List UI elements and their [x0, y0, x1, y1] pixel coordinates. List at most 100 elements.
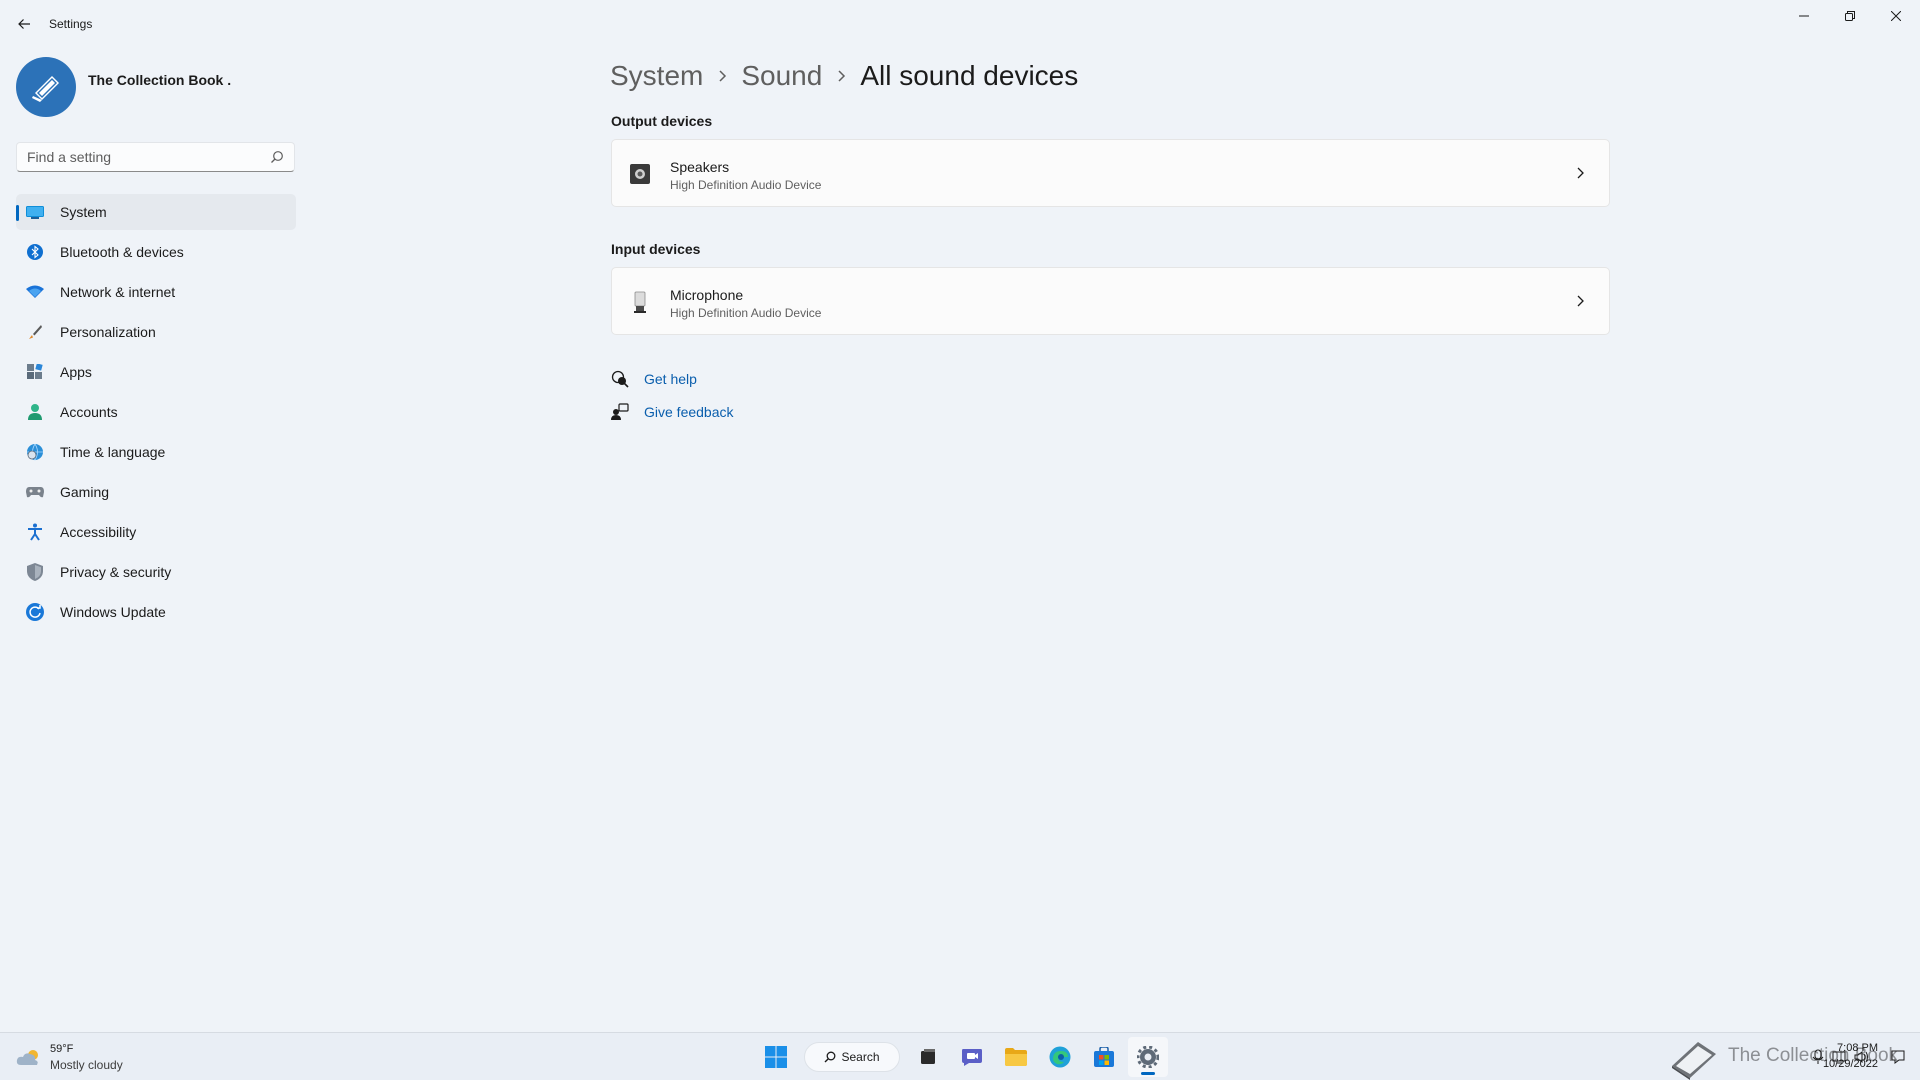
bluetooth-icon: [26, 243, 44, 261]
sidebar-item-accessibility[interactable]: Accessibility: [16, 514, 296, 550]
folder-icon: [1005, 1048, 1027, 1066]
chat-icon: [962, 1049, 982, 1066]
cloud-icon: [16, 1050, 38, 1065]
weather-condition: Mostly cloudy: [50, 1058, 123, 1072]
sidebar-item-label: Gaming: [60, 484, 110, 500]
minimize-button[interactable]: [1781, 4, 1827, 28]
taskbar-search[interactable]: Search: [804, 1042, 900, 1072]
chevron-right-icon: [1577, 295, 1584, 307]
accessibility-icon: [26, 523, 44, 541]
input-devices-heading: Input devices: [611, 241, 701, 257]
apps-icon: [26, 363, 44, 381]
book-logo-icon: [32, 76, 59, 102]
notification-icon[interactable]: [1890, 1049, 1906, 1065]
back-button[interactable]: [12, 12, 36, 36]
device-name: Microphone: [670, 287, 744, 303]
restore-button[interactable]: [1827, 4, 1873, 28]
page-title: All sound devices: [860, 60, 1079, 91]
microphone-icon: [629, 290, 651, 314]
app-title: Settings: [49, 17, 93, 31]
chevron-right-icon: [703, 69, 741, 83]
sidebar-item-label: Time & language: [60, 444, 166, 460]
get-help-link[interactable]: Get help: [611, 368, 697, 390]
weather-temperature: 59°F: [50, 1043, 74, 1055]
sidebar-item-label: Privacy & security: [60, 564, 172, 580]
settings-taskbar-button[interactable]: [1128, 1037, 1168, 1077]
search-icon: [824, 1051, 836, 1063]
sidebar-item-time-language[interactable]: Time & language: [16, 434, 296, 470]
sidebar-item-windows-update[interactable]: Windows Update: [16, 594, 296, 630]
update-icon: [26, 603, 44, 621]
gamepad-icon: [26, 483, 44, 501]
breadcrumb: System Sound All sound devices: [610, 56, 1078, 96]
sidebar-item-apps[interactable]: Apps: [16, 354, 296, 390]
taskbar: 59°F Mostly cloudy Search The Collection…: [0, 1032, 1920, 1080]
gear-icon: [1137, 1046, 1159, 1068]
wifi-icon: [26, 283, 44, 301]
restore-icon: [1845, 11, 1855, 21]
close-button[interactable]: [1873, 4, 1919, 28]
sidebar-item-gaming[interactable]: Gaming: [16, 474, 296, 510]
help-search-icon: [611, 370, 629, 388]
store-icon: [1094, 1047, 1114, 1067]
give-feedback-label[interactable]: Give feedback: [644, 404, 734, 420]
shield-icon: [26, 563, 44, 581]
minimize-icon: [1799, 15, 1809, 17]
monitor-icon: [26, 203, 44, 221]
task-view-icon: [921, 1049, 935, 1064]
search-icon[interactable]: [270, 150, 284, 164]
settings-window: Settings The Collection Book . System: [0, 0, 1920, 1032]
sidebar-item-personalization[interactable]: Personalization: [16, 314, 296, 350]
edge-button[interactable]: [1040, 1037, 1080, 1077]
sidebar-item-label: Accounts: [60, 404, 118, 420]
start-button[interactable]: [756, 1037, 796, 1077]
device-name: Speakers: [670, 159, 730, 175]
system-tray: The Collection Book 7:08 PM 10/29/2022: [1660, 1033, 1920, 1080]
sidebar-nav: System Bluetooth & devices Network & int…: [16, 194, 296, 634]
sidebar-item-label: Network & internet: [60, 284, 176, 300]
back-arrow-icon: [18, 19, 30, 29]
output-devices-heading: Output devices: [611, 113, 713, 129]
book-watermark-icon: [1672, 1042, 1716, 1080]
search-input[interactable]: [27, 143, 267, 171]
breadcrumb-system[interactable]: System: [610, 60, 703, 92]
selection-indicator: [16, 205, 19, 221]
store-button[interactable]: [1084, 1037, 1124, 1077]
sidebar-item-label: Apps: [60, 364, 92, 380]
sidebar-item-label: Bluetooth & devices: [60, 244, 184, 260]
edge-browser-icon: [1049, 1046, 1071, 1068]
give-feedback-link[interactable]: Give feedback: [611, 401, 734, 423]
speaker-icon: [629, 162, 651, 186]
clock-time[interactable]: 7:08 PM: [1837, 1042, 1878, 1054]
windows-logo-icon: [765, 1046, 787, 1068]
sidebar-item-privacy-security[interactable]: Privacy & security: [16, 554, 296, 590]
chat-button[interactable]: [952, 1037, 992, 1077]
task-view-button[interactable]: [908, 1037, 948, 1077]
device-subtitle: High Definition Audio Device: [670, 178, 822, 192]
sidebar-item-network-internet[interactable]: Network & internet: [16, 274, 296, 310]
input-device-microphone[interactable]: Microphone High Definition Audio Device: [611, 267, 1610, 335]
breadcrumb-sound[interactable]: Sound: [741, 60, 822, 92]
title-bar: Settings: [0, 0, 1920, 48]
output-device-speakers[interactable]: Speakers High Definition Audio Device: [611, 139, 1610, 207]
close-icon: [1891, 11, 1901, 21]
sidebar-item-accounts[interactable]: Accounts: [16, 394, 296, 430]
sidebar-item-label: Personalization: [60, 324, 156, 340]
chevron-right-icon: [1577, 167, 1584, 179]
brush-icon: [26, 323, 44, 341]
feedback-icon: [611, 403, 629, 421]
sidebar-item-system[interactable]: System: [16, 194, 296, 230]
avatar[interactable]: [16, 57, 76, 117]
sidebar-item-label: System: [60, 204, 107, 220]
taskbar-search-label: Search: [841, 1050, 880, 1064]
get-help-label[interactable]: Get help: [644, 371, 697, 387]
taskbar-apps: Search: [756, 1037, 1172, 1077]
chevron-right-icon: [822, 69, 860, 83]
search-box[interactable]: [16, 142, 295, 172]
person-icon: [26, 403, 44, 421]
file-explorer-button[interactable]: [996, 1037, 1036, 1077]
clock-date[interactable]: 10/29/2022: [1823, 1058, 1878, 1070]
profile-name: The Collection Book .: [88, 72, 232, 88]
sidebar-item-bluetooth-devices[interactable]: Bluetooth & devices: [16, 234, 296, 270]
sidebar-item-label: Accessibility: [60, 524, 137, 540]
